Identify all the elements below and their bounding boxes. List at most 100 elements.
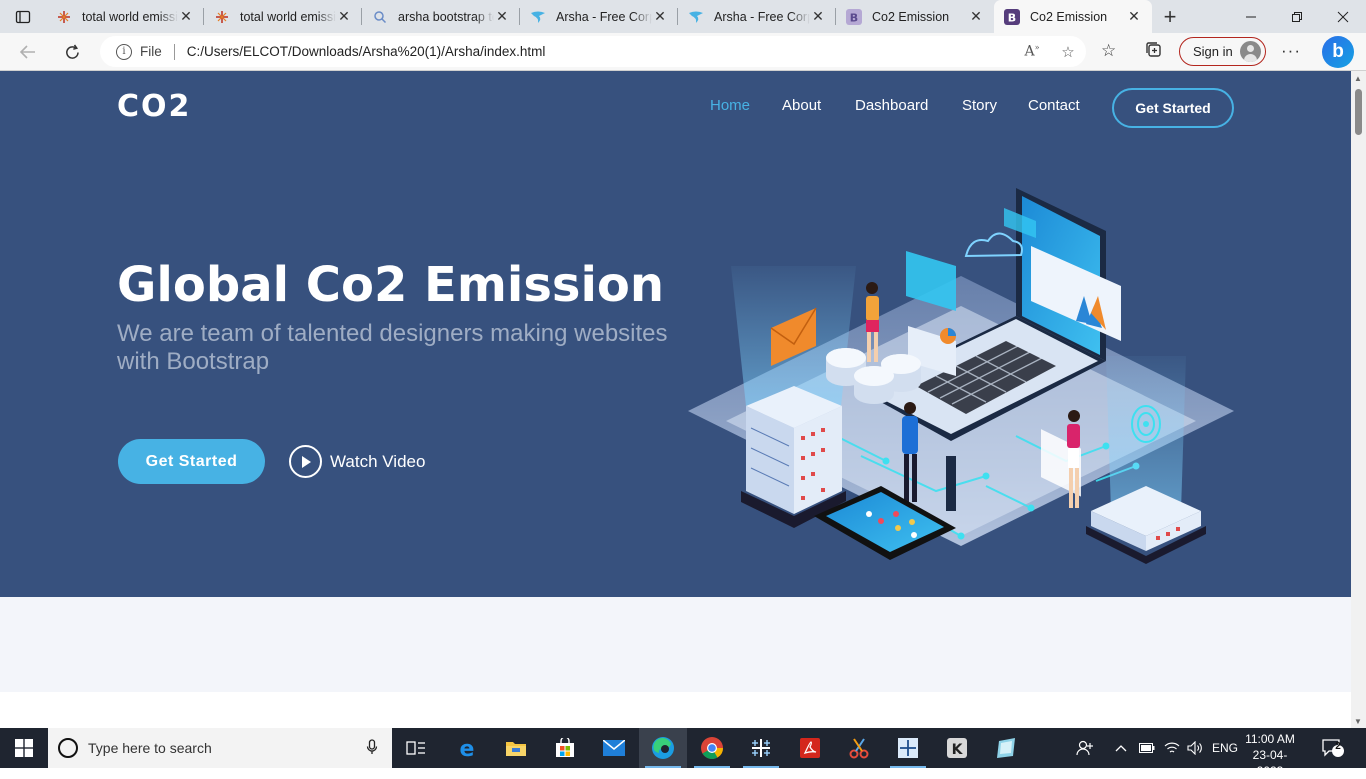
more-options-icon[interactable]: ··· xyxy=(1281,41,1301,61)
tab-title: total world emissions xyxy=(82,9,178,24)
show-hidden-icons-chevron[interactable] xyxy=(1115,728,1127,768)
address-bar[interactable]: i File C:/Users/ELCOT/Downloads/Arsha%20… xyxy=(100,36,1086,67)
browser-tab[interactable]: total world emissions ✕ xyxy=(46,0,204,33)
system-clock[interactable]: 11:00 AM 23-04-2023 xyxy=(1240,731,1300,779)
search-icon xyxy=(372,9,388,25)
kmplayer-icon: K xyxy=(947,738,967,758)
watch-video-button[interactable]: Watch Video xyxy=(289,445,425,478)
scroll-up-icon[interactable]: ▲ xyxy=(1354,74,1362,83)
browser-tab[interactable]: B Co2 Emission ✕ xyxy=(836,0,994,33)
minimize-button[interactable] xyxy=(1228,0,1274,33)
hero-title: Global Co2 Emission xyxy=(117,257,665,313)
plus-icon: + xyxy=(1163,3,1177,29)
arsha-icon xyxy=(530,9,546,25)
notes-app[interactable] xyxy=(982,728,1030,768)
kmplayer-app[interactable]: K xyxy=(933,728,981,768)
tableau-app[interactable] xyxy=(737,728,785,768)
browser-tab[interactable]: total world emissions ✕ xyxy=(204,0,362,33)
clock-time: 11:00 AM xyxy=(1245,732,1295,746)
add-favorite-icon[interactable]: ☆ xyxy=(1050,43,1086,61)
start-button[interactable] xyxy=(0,728,48,768)
read-aloud-icon[interactable]: A» xyxy=(1014,43,1050,60)
task-view-icon xyxy=(406,741,425,755)
close-window-button[interactable] xyxy=(1320,0,1366,33)
close-tab-icon[interactable]: ✕ xyxy=(810,8,826,25)
restore-button[interactable] xyxy=(1274,0,1320,33)
info-icon[interactable]: i xyxy=(116,43,132,60)
taskbar-search-box[interactable]: Type here to search xyxy=(48,728,392,768)
edge-legacy-icon: e xyxy=(460,737,475,759)
hero-illustration xyxy=(688,188,1234,564)
file-explorer-app[interactable] xyxy=(492,728,540,768)
bootstrap-icon: B xyxy=(1004,8,1020,25)
nav-link-about[interactable]: About xyxy=(782,97,821,114)
tab-title: arsha bootstrap template xyxy=(398,9,494,24)
bing-chat-icon[interactable]: b xyxy=(1322,36,1354,68)
tab-title: Co2 Emission xyxy=(872,9,950,24)
address-divider xyxy=(173,43,175,60)
mail-app[interactable] xyxy=(590,728,638,768)
new-tab-button[interactable]: + xyxy=(1152,0,1188,33)
browser-tab[interactable]: arsha bootstrap template ✕ xyxy=(362,0,520,33)
browser-tab-active[interactable]: B Co2 Emission ✕ xyxy=(994,0,1152,33)
bootstrap-icon: B xyxy=(846,8,862,25)
back-button[interactable] xyxy=(12,36,44,68)
sign-in-button[interactable]: Sign in xyxy=(1179,37,1266,66)
tab-actions-button[interactable] xyxy=(0,0,46,33)
page-scrollbar[interactable]: ▲ ▼ xyxy=(1351,71,1366,728)
tableau-icon xyxy=(752,739,770,757)
clients-section xyxy=(0,597,1351,692)
collections-icon[interactable] xyxy=(1145,41,1163,64)
people-icon[interactable] xyxy=(1076,728,1094,768)
browser-tab[interactable]: Arsha - Free Corporate ✕ xyxy=(678,0,836,33)
nav-link-contact[interactable]: Contact xyxy=(1028,97,1080,114)
snipping-tool-app[interactable] xyxy=(835,728,883,768)
wifi-icon[interactable] xyxy=(1164,728,1180,768)
browser-tab-strip: total world emissions ✕ total world emis… xyxy=(0,0,1366,33)
microphone-icon[interactable] xyxy=(366,739,378,759)
svg-text:B: B xyxy=(1008,11,1016,24)
task-view-button[interactable] xyxy=(392,728,440,768)
volume-icon[interactable] xyxy=(1187,728,1205,768)
edge-legacy-app[interactable]: e xyxy=(443,728,491,768)
favorites-icon[interactable]: ☆ xyxy=(1101,41,1116,61)
close-tab-icon[interactable]: ✕ xyxy=(336,8,352,25)
chrome-app[interactable] xyxy=(688,728,736,768)
scroll-down-icon[interactable]: ▼ xyxy=(1354,717,1362,726)
edge-icon xyxy=(652,737,674,759)
windows-logo-icon xyxy=(15,739,33,757)
microsoft-store-app[interactable] xyxy=(541,728,589,768)
windows-taskbar: Type here to search e K ENG 11:00 AM 23-… xyxy=(0,728,1366,778)
watch-video-label: Watch Video xyxy=(330,451,426,471)
browser-toolbar: i File C:/Users/ELCOT/Downloads/Arsha%20… xyxy=(0,33,1366,71)
nav-link-dashboard[interactable]: Dashboard xyxy=(855,97,928,114)
hero-get-started-button[interactable]: Get Started xyxy=(118,439,265,484)
store-bag-icon xyxy=(556,738,574,757)
nav-link-home[interactable]: Home xyxy=(710,97,750,114)
close-tab-icon[interactable]: ✕ xyxy=(652,8,668,25)
edge-app[interactable] xyxy=(639,728,687,768)
nav-link-story[interactable]: Story xyxy=(962,97,997,114)
nav-get-started-button[interactable]: Get Started xyxy=(1112,88,1234,128)
notification-center-button[interactable]: 2 xyxy=(1322,728,1344,768)
mail-icon xyxy=(603,740,625,756)
browser-tab[interactable]: Arsha - Free Corporate ✕ xyxy=(520,0,678,33)
site-logo[interactable]: CO2 xyxy=(117,89,191,124)
clock-date: 23-04-2023 xyxy=(1252,748,1288,778)
url-text[interactable]: C:/Users/ELCOT/Downloads/Arsha%20(1)/Ars… xyxy=(187,44,1014,59)
tableau-app-2[interactable] xyxy=(884,728,932,768)
close-tab-icon[interactable]: ✕ xyxy=(494,8,510,25)
svg-text:e: e xyxy=(460,737,475,759)
close-tab-icon[interactable]: ✕ xyxy=(968,8,984,25)
close-tab-icon[interactable]: ✕ xyxy=(1126,8,1142,25)
language-indicator[interactable]: ENG xyxy=(1212,728,1238,768)
close-tab-icon[interactable]: ✕ xyxy=(178,8,194,25)
notes-icon xyxy=(997,738,1015,758)
svg-text:B: B xyxy=(850,11,858,24)
refresh-button[interactable] xyxy=(56,36,88,68)
refresh-icon xyxy=(65,44,79,59)
battery-icon[interactable] xyxy=(1139,728,1155,768)
scrollbar-thumb[interactable] xyxy=(1355,89,1362,135)
folder-icon xyxy=(506,742,526,756)
acrobat-app[interactable] xyxy=(786,728,834,768)
